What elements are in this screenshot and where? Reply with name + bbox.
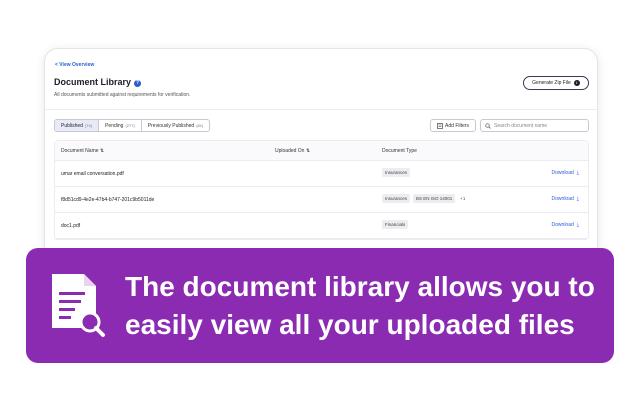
help-icon[interactable]: ? bbox=[134, 80, 142, 87]
generate-zip-label: Generate Zip File bbox=[532, 80, 571, 86]
type-badge: Insurances bbox=[382, 168, 411, 177]
download-label: Download bbox=[551, 196, 574, 202]
page-subtitle: All documents submitted against requirem… bbox=[54, 92, 191, 98]
banner-headline: The document library allows you to easil… bbox=[125, 271, 595, 340]
tab-label: Pending bbox=[105, 122, 124, 129]
table-header: Document Name ⇅ Uploaded On ⇅ Document T… bbox=[55, 141, 588, 161]
search-box bbox=[480, 119, 589, 132]
column-document-type: Document Type bbox=[382, 148, 417, 154]
download-icon: ⤓ bbox=[576, 222, 579, 228]
document-type-badges: Insurances BS EN ISO 14001 +1 bbox=[382, 194, 467, 203]
generate-zip-button[interactable]: Generate Zip File i bbox=[523, 76, 589, 90]
table-row: f8d51cd9-4e2e-47b4-b747-201c9b5011de Ins… bbox=[55, 187, 588, 213]
search-icon bbox=[485, 122, 491, 129]
status-tabs: Published (74) Pending (277) Previously Pu… bbox=[54, 119, 211, 132]
add-filters-button[interactable]: Add Filters bbox=[430, 119, 476, 132]
header-divider bbox=[45, 109, 597, 110]
document-name[interactable]: f8d51cd9-4e2e-47b4-b747-201c9b5011de bbox=[61, 197, 154, 203]
view-overview-link[interactable]: < View Overview bbox=[55, 62, 94, 68]
download-button[interactable]: Download ⤓ bbox=[552, 222, 579, 228]
type-badge: BS EN ISO 14001 bbox=[413, 194, 456, 203]
tab-label: Previously Published bbox=[147, 122, 195, 129]
tab-pending[interactable]: Pending (277) bbox=[99, 120, 142, 131]
download-icon: ⤓ bbox=[576, 196, 579, 202]
document-search-icon bbox=[52, 274, 105, 337]
tab-label: Published bbox=[61, 122, 83, 129]
download-label: Download bbox=[551, 170, 574, 176]
tab-published[interactable]: Published (74) bbox=[55, 120, 100, 131]
document-type-badges: Insurances bbox=[382, 168, 411, 177]
search-input[interactable] bbox=[494, 122, 584, 129]
info-icon: i bbox=[573, 80, 580, 86]
document-name[interactable]: doc1.pdf bbox=[61, 223, 80, 229]
page-title-text: Document Library bbox=[54, 77, 132, 87]
page-title: Document Library? bbox=[54, 77, 142, 87]
table-row: umar email conversation.pdf Insurances D… bbox=[55, 161, 588, 187]
tab-previously-published[interactable]: Previously Published (81) bbox=[142, 120, 210, 131]
filter-icon bbox=[437, 122, 443, 129]
more-types-badge[interactable]: +1 bbox=[458, 194, 467, 203]
table-row: doc1.pdf Financials Download ⤓ bbox=[55, 213, 588, 239]
column-document-name[interactable]: Document Name ⇅ bbox=[61, 148, 104, 154]
promo-banner: The document library allows you to easil… bbox=[26, 248, 614, 363]
type-badge: Financials bbox=[382, 220, 409, 229]
download-button[interactable]: Download ⤓ bbox=[552, 170, 579, 176]
download-button[interactable]: Download ⤓ bbox=[552, 196, 579, 202]
document-library-card: < View Overview Document Library? All do… bbox=[44, 48, 598, 278]
column-uploaded-on[interactable]: Uploaded On ⇅ bbox=[275, 148, 310, 154]
documents-table: Document Name ⇅ Uploaded On ⇅ Document T… bbox=[54, 140, 589, 240]
document-name[interactable]: umar email conversation.pdf bbox=[61, 171, 124, 177]
tab-count: (277) bbox=[125, 123, 135, 128]
type-badge: Insurances bbox=[382, 194, 411, 203]
download-label: Download bbox=[551, 222, 574, 228]
document-type-badges: Financials bbox=[382, 220, 409, 229]
tab-count: (81) bbox=[196, 123, 204, 128]
download-icon: ⤓ bbox=[576, 170, 579, 176]
tab-count: (74) bbox=[84, 123, 93, 128]
add-filters-label: Add Filters bbox=[445, 122, 469, 129]
